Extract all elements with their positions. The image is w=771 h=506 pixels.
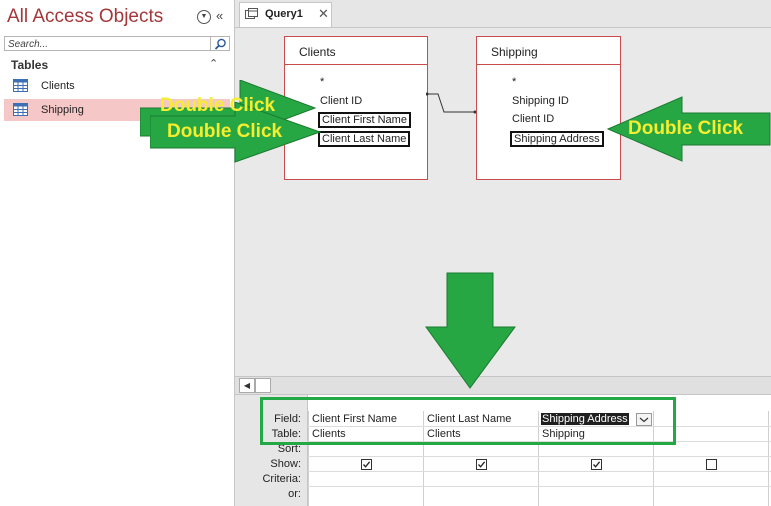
- row-label-criteria: Criteria:: [262, 473, 301, 485]
- field-shipping-id[interactable]: Shipping ID: [512, 95, 569, 107]
- navigation-pane: All Access Objects ▼ « Search... Tables …: [0, 0, 235, 506]
- field-list-title: Clients: [299, 45, 336, 59]
- highlight-frame: [260, 397, 676, 445]
- field-list-title: Shipping: [491, 45, 538, 59]
- tab-query1[interactable]: Query1 ✕: [239, 2, 332, 27]
- field-client-id[interactable]: Client ID: [512, 113, 554, 125]
- query-icon: [245, 8, 258, 19]
- tables-group-header[interactable]: Tables: [11, 58, 48, 72]
- close-tab-icon[interactable]: ✕: [318, 6, 329, 22]
- down-arrow-annotation: [425, 272, 516, 389]
- check-icon: [478, 461, 486, 468]
- nav-pane-title[interactable]: All Access Objects: [7, 6, 163, 28]
- scroll-left-icon[interactable]: ◀: [239, 378, 255, 393]
- show-checkbox-4[interactable]: [706, 459, 717, 470]
- relationship-join-line: [426, 92, 476, 114]
- grid-row-divider: [308, 471, 771, 472]
- table-icon: [13, 79, 28, 92]
- tab-label: Query1: [265, 8, 303, 20]
- scroll-thumb[interactable]: [255, 378, 271, 393]
- divider: [285, 64, 427, 65]
- show-checkbox-1[interactable]: [361, 459, 372, 470]
- double-click-callout-3: Double Click: [628, 118, 744, 139]
- collapse-pane-icon[interactable]: «: [216, 8, 223, 23]
- nav-menu-dropdown-icon[interactable]: ▼: [197, 10, 211, 24]
- check-icon: [593, 461, 601, 468]
- double-click-callout-1: Double Click: [160, 95, 276, 116]
- row-label-or: or:: [288, 488, 301, 500]
- row-label-show: Show:: [270, 458, 301, 470]
- nav-item-label: Shipping: [41, 104, 84, 116]
- divider: [477, 64, 620, 65]
- grid-row-divider: [308, 456, 771, 457]
- double-click-callout-2: Double Click: [167, 121, 283, 142]
- field-all[interactable]: *: [512, 76, 516, 88]
- document-tab-strip: Query1 ✕: [235, 0, 771, 28]
- nav-item-label: Clients: [41, 80, 75, 92]
- table-icon: [13, 103, 28, 116]
- show-checkbox-2[interactable]: [476, 459, 487, 470]
- field-shipping-address[interactable]: Shipping Address: [510, 131, 604, 147]
- shipping-field-list[interactable]: Shipping * Shipping ID Client ID Shippin…: [476, 36, 621, 180]
- check-icon: [363, 461, 371, 468]
- nav-search-input[interactable]: Search...: [4, 36, 211, 51]
- field-client-first-name[interactable]: Client First Name: [318, 112, 411, 128]
- field-client-last-name[interactable]: Client Last Name: [318, 131, 411, 147]
- field-all[interactable]: *: [320, 76, 324, 88]
- show-checkbox-3[interactable]: [591, 459, 602, 470]
- grid-row-divider: [308, 486, 771, 487]
- search-icon[interactable]: [211, 36, 230, 51]
- chevron-up-icon[interactable]: ⌃: [209, 57, 218, 70]
